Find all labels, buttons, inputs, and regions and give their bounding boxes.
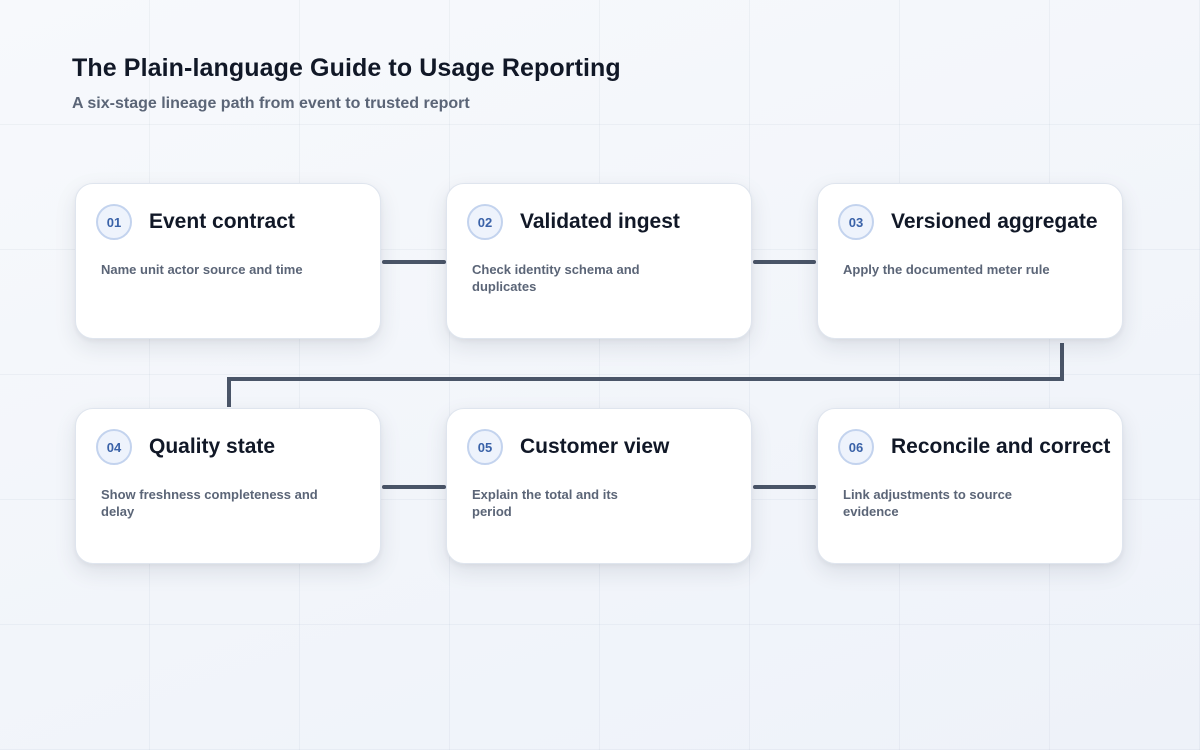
stage-title: Quality state bbox=[149, 435, 276, 458]
stage-card-01: 01 Event contract Name unit actor source… bbox=[75, 183, 381, 339]
page-title: The Plain-language Guide to Usage Report… bbox=[72, 54, 621, 82]
stage-number-badge: 06 bbox=[838, 429, 874, 465]
stage-description: Explain the total and its period bbox=[472, 487, 618, 519]
stage-description: Check identity schema and duplicates bbox=[472, 262, 640, 294]
stage-card-06: 06 Reconcile and correct Link adjustment… bbox=[817, 408, 1123, 564]
stage-title: Reconcile and correct bbox=[891, 435, 1111, 458]
stage-description: Link adjustments to source evidence bbox=[843, 487, 1013, 519]
stage-title: Customer view bbox=[520, 435, 670, 458]
page-subtitle: A six-stage lineage path from event to t… bbox=[72, 95, 470, 112]
stage-title: Validated ingest bbox=[520, 210, 680, 233]
stage-number-badge: 02 bbox=[467, 204, 503, 240]
stage-description: Show freshness completeness and delay bbox=[101, 487, 318, 519]
stage-card-02: 02 Validated ingest Check identity schem… bbox=[446, 183, 752, 339]
connector-03-04 bbox=[227, 343, 1064, 407]
stage-card-04: 04 Quality state Show freshness complete… bbox=[75, 408, 381, 564]
stage-card-03: 03 Versioned aggregate Apply the documen… bbox=[817, 183, 1123, 339]
stage-number-badge: 03 bbox=[838, 204, 874, 240]
stage-number-badge: 04 bbox=[96, 429, 132, 465]
stage-title: Versioned aggregate bbox=[891, 210, 1098, 233]
stage-number-badge: 01 bbox=[96, 204, 132, 240]
stage-number-badge: 05 bbox=[467, 429, 503, 465]
stage-description: Apply the documented meter rule bbox=[843, 262, 1050, 277]
stage-title: Event contract bbox=[149, 210, 295, 233]
stage-description: Name unit actor source and time bbox=[101, 262, 303, 277]
stage-card-05: 05 Customer view Explain the total and i… bbox=[446, 408, 752, 564]
diagram-header: The Plain-language Guide to Usage Report… bbox=[72, 52, 1072, 115]
